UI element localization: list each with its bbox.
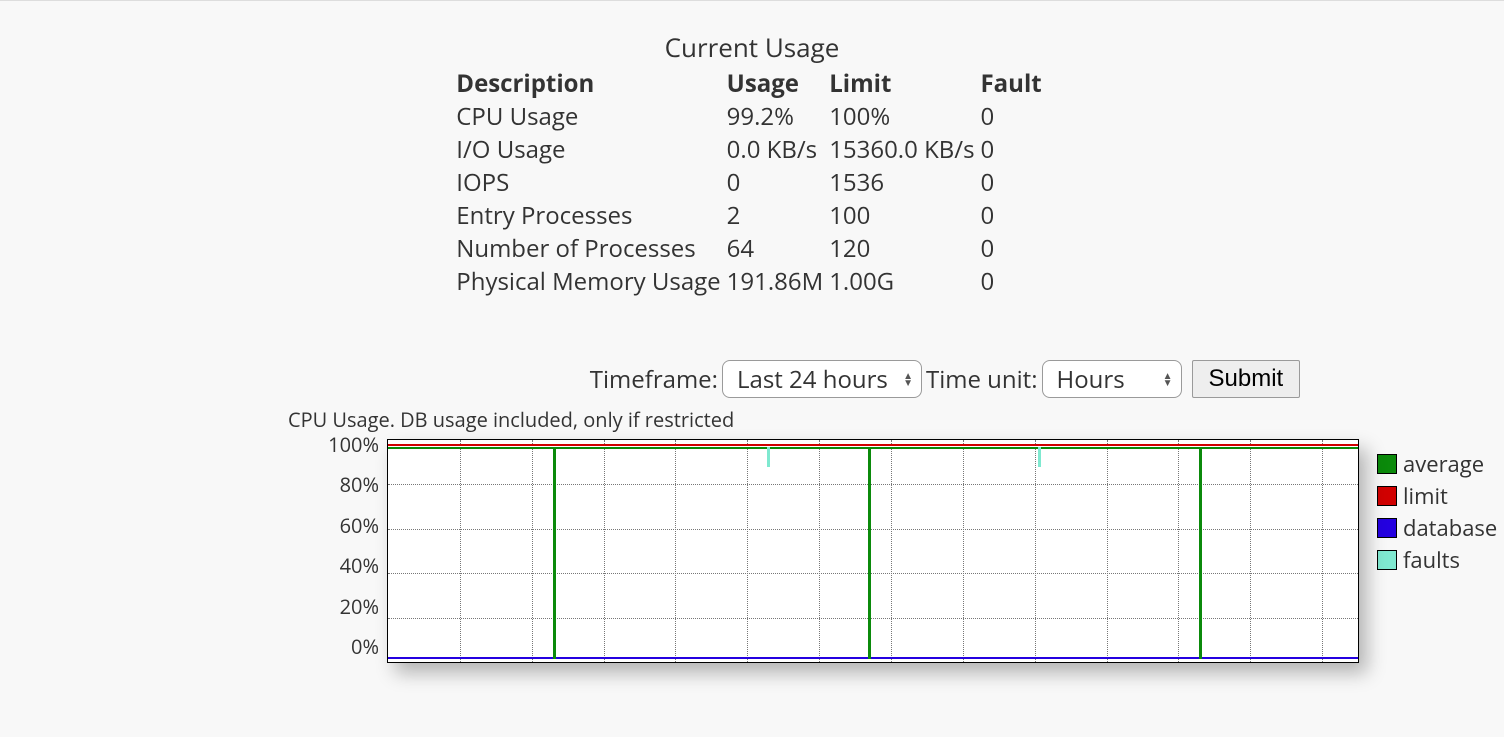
legend-label: limit [1403, 481, 1448, 511]
legend-swatch [1377, 550, 1397, 570]
cell-usage: 99.2% [727, 100, 830, 133]
table-row: Physical Memory Usage 191.86M 1.00G 0 [456, 265, 1047, 298]
col-description: Description [456, 67, 726, 100]
usage-title: Current Usage [402, 29, 1102, 65]
legend-swatch [1377, 486, 1397, 506]
cell-usage: 2 [727, 199, 830, 232]
submit-button[interactable]: Submit [1192, 360, 1301, 398]
y-tick: 80% [285, 475, 379, 495]
chevron-up-down-icon: ▲▼ [1163, 372, 1173, 386]
cell-limit: 100 [829, 199, 980, 232]
chart-title: CPU Usage. DB usage included, only if re… [288, 406, 1504, 433]
cell-fault: 0 [981, 199, 1048, 232]
legend-item-average: average [1377, 449, 1497, 479]
legend-item-faults: faults [1377, 545, 1497, 575]
cell-limit: 15360.0 KB/s [829, 133, 980, 166]
table-row: Entry Processes 2 100 0 [456, 199, 1047, 232]
timeframe-value: Last 24 hours [737, 363, 888, 396]
cell-desc: Entry Processes [456, 199, 726, 232]
legend-item-limit: limit [1377, 481, 1497, 511]
cpu-usage-chart [387, 439, 1359, 663]
legend-swatch [1377, 518, 1397, 538]
timeunit-value: Hours [1057, 363, 1125, 396]
cell-desc: Number of Processes [456, 232, 726, 265]
legend-label: faults [1403, 545, 1460, 575]
usage-table: Description Usage Limit Fault CPU Usage … [456, 67, 1047, 298]
timeframe-label: Timeframe: [590, 363, 718, 396]
cell-fault: 0 [981, 100, 1048, 133]
current-usage-block: Current Usage Description Usage Limit Fa… [402, 29, 1102, 298]
timeframe-select[interactable]: Last 24 hours ▲▼ [722, 360, 922, 398]
cell-usage: 64 [727, 232, 830, 265]
chart-controls: Timeframe: Last 24 hours ▲▼ Time unit: H… [345, 360, 1504, 398]
legend-label: average [1403, 449, 1484, 479]
cell-fault: 0 [981, 133, 1048, 166]
cell-desc: Physical Memory Usage [456, 265, 726, 298]
y-axis: 100% 80% 60% 40% 20% 0% [285, 435, 379, 657]
cell-limit: 1536 [829, 166, 980, 199]
timeunit-label: Time unit: [926, 363, 1038, 396]
cell-desc: IOPS [456, 166, 726, 199]
cell-desc: I/O Usage [456, 133, 726, 166]
legend-label: database [1403, 513, 1497, 543]
y-tick: 100% [285, 435, 379, 455]
cell-fault: 0 [981, 265, 1048, 298]
cell-fault: 0 [981, 166, 1048, 199]
y-tick: 20% [285, 597, 379, 617]
table-row: I/O Usage 0.0 KB/s 15360.0 KB/s 0 [456, 133, 1047, 166]
y-tick: 40% [285, 556, 379, 576]
cell-usage: 0 [727, 166, 830, 199]
cell-usage: 0.0 KB/s [727, 133, 830, 166]
cell-desc: CPU Usage [456, 100, 726, 133]
chart-legend: average limit database faults [1377, 449, 1497, 577]
timeunit-select[interactable]: Hours ▲▼ [1042, 360, 1182, 398]
table-row: Number of Processes 64 120 0 [456, 232, 1047, 265]
col-limit: Limit [829, 67, 980, 100]
cell-usage: 191.86M [727, 265, 830, 298]
cell-limit: 1.00G [829, 265, 980, 298]
cell-limit: 100% [829, 100, 980, 133]
legend-item-database: database [1377, 513, 1497, 543]
cell-limit: 120 [829, 232, 980, 265]
table-row: IOPS 0 1536 0 [456, 166, 1047, 199]
y-tick: 0% [285, 637, 379, 657]
table-row: CPU Usage 99.2% 100% 0 [456, 100, 1047, 133]
col-fault: Fault [981, 67, 1048, 100]
cell-fault: 0 [981, 232, 1048, 265]
col-usage: Usage [727, 67, 830, 100]
legend-swatch [1377, 454, 1397, 474]
y-tick: 60% [285, 516, 379, 536]
chevron-up-down-icon: ▲▼ [903, 372, 913, 386]
